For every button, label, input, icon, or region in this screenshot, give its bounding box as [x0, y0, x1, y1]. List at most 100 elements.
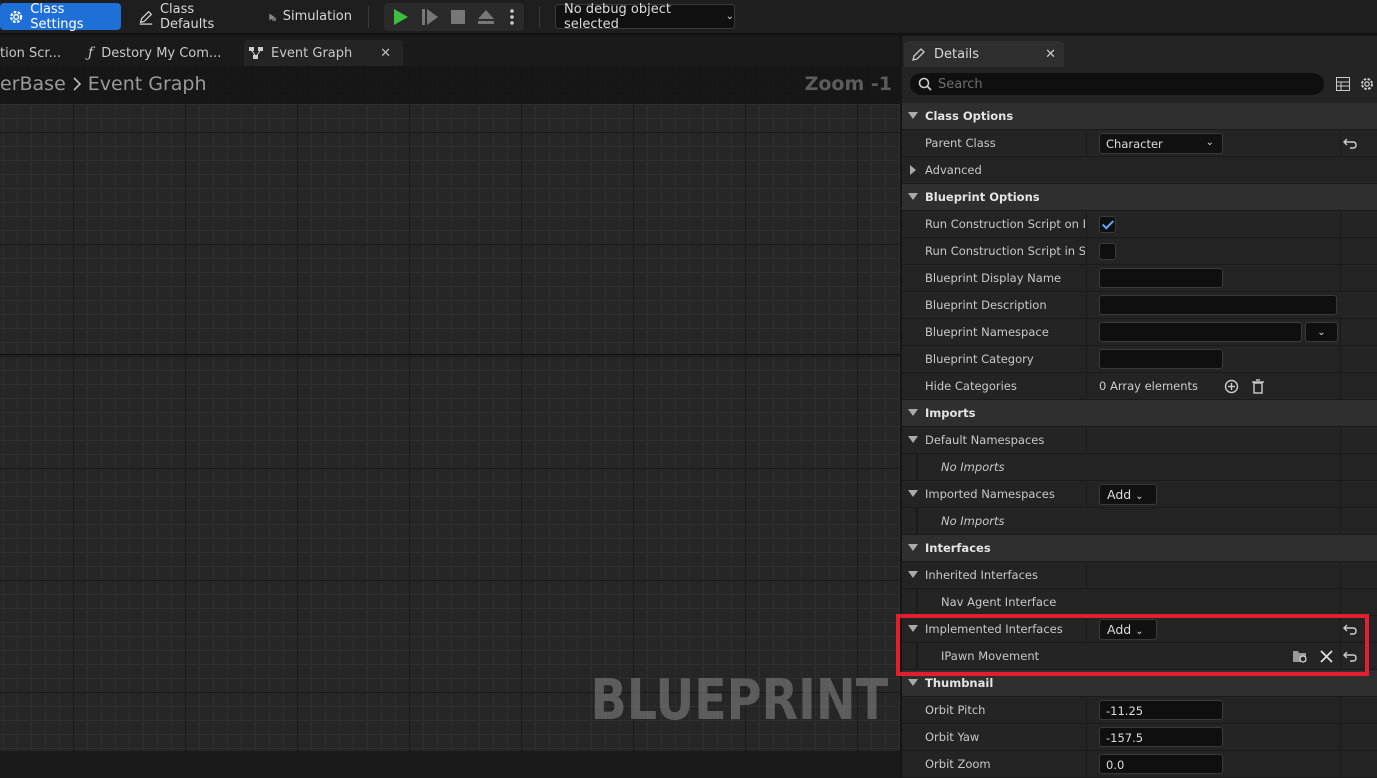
orbit-zoom-field[interactable]: 0.0: [1099, 754, 1223, 774]
close-icon[interactable]: ✕: [380, 46, 391, 61]
category-label: Thumbnail: [925, 676, 994, 690]
document-tab-bar: tion Scr... ƒ Destory My Com... Event Gr…: [0, 36, 900, 66]
column-divider: [1086, 751, 1087, 778]
chevron-right-icon: [73, 77, 81, 91]
step-icon[interactable]: [421, 8, 439, 26]
property-label: Blueprint Display Name: [925, 271, 1062, 285]
run-cs-in-sequencer-checkbox[interactable]: [1099, 243, 1116, 260]
category-blueprint-options[interactable]: Blueprint Options: [902, 184, 1377, 211]
eject-icon[interactable]: [477, 8, 495, 26]
category-interfaces[interactable]: Interfaces: [902, 535, 1377, 562]
run-cs-on-drag-checkbox[interactable]: [1099, 216, 1116, 233]
remove-icon[interactable]: [1320, 650, 1333, 663]
table-view-icon[interactable]: [1336, 77, 1350, 91]
class-defaults-button[interactable]: Class Defaults: [130, 1, 250, 32]
add-element-icon[interactable]: [1224, 379, 1239, 394]
parent-class-combo[interactable]: Character ⌄: [1099, 133, 1223, 154]
gear-icon: [10, 10, 23, 23]
class-settings-label: Class Settings: [30, 1, 84, 32]
column-divider: [1086, 292, 1087, 319]
column-divider: [1086, 238, 1087, 265]
category-imports[interactable]: Imports: [902, 400, 1377, 427]
interface-name: Nav Agent Interface: [941, 595, 1057, 609]
search-icon: [918, 77, 932, 91]
browse-asset-icon[interactable]: [1292, 649, 1308, 664]
property-inherited-interfaces[interactable]: Inherited Interfaces: [902, 562, 1377, 589]
bp-display-name-field[interactable]: [1099, 268, 1223, 288]
add-interface-button[interactable]: Add ⌄: [1099, 619, 1157, 640]
graph-header: erBase Event Graph Zoom -1: [0, 66, 900, 104]
event-graph-canvas[interactable]: erBase Event Graph Zoom -1 BLUEPRINT: [0, 66, 900, 751]
close-icon[interactable]: ✕: [1045, 47, 1056, 62]
class-defaults-label: Class Defaults: [159, 1, 215, 32]
property-label: Orbit Pitch: [925, 703, 986, 717]
column-divider: [1340, 265, 1341, 292]
column-divider: [1340, 238, 1341, 265]
toolbar-divider: [539, 6, 540, 28]
tab-event-graph[interactable]: Event Graph ✕: [244, 40, 403, 66]
blueprint-watermark: BLUEPRINT: [590, 668, 888, 733]
breadcrumb-parent[interactable]: erBase: [0, 73, 66, 95]
property-run-cs-on-drag: Run Construction Script on Drag: [902, 211, 1377, 238]
category-thumbnail[interactable]: Thumbnail: [902, 670, 1377, 697]
details-tab[interactable]: Details ✕: [904, 41, 1064, 67]
gear-icon[interactable]: [1359, 76, 1375, 92]
namespace-dropdown-button[interactable]: ⌄: [1305, 322, 1338, 342]
indent-guide: [916, 508, 918, 535]
details-search-input[interactable]: Search: [910, 73, 1324, 95]
column-divider: [1340, 562, 1341, 589]
tab-destroy-my-component[interactable]: ƒ Destory My Com...: [82, 40, 232, 66]
search-placeholder: Search: [938, 76, 983, 92]
column-divider: [1340, 346, 1341, 373]
property-implemented-interfaces[interactable]: Implemented Interfaces Add ⌄: [902, 616, 1377, 643]
column-divider: [1086, 724, 1087, 751]
debug-object-select[interactable]: No debug object selected ⌄: [555, 2, 735, 32]
property-label: Advanced: [925, 163, 982, 177]
expand-arrow-icon: [908, 679, 918, 686]
property-advanced[interactable]: Advanced: [902, 157, 1377, 184]
play-controls: [384, 3, 524, 31]
column-divider: [1340, 373, 1341, 400]
default-namespaces-empty: No Imports: [902, 454, 1377, 481]
column-divider: [1340, 724, 1341, 751]
orbit-yaw-field[interactable]: -157.5: [1099, 727, 1223, 747]
category-class-options[interactable]: Class Options: [902, 103, 1377, 130]
orbit-pitch-field[interactable]: -11.25: [1099, 700, 1223, 720]
stop-icon[interactable]: [450, 9, 466, 25]
more-options-icon[interactable]: [506, 8, 518, 26]
property-label: Orbit Zoom: [925, 757, 991, 771]
expand-arrow-icon: [908, 193, 918, 200]
details-property-list: Class Options Parent Class Character ⌄ A…: [902, 103, 1377, 778]
bp-description-field[interactable]: [1099, 295, 1337, 315]
details-panel: Details ✕ Search Class Options Parent Cl…: [902, 36, 1377, 778]
column-divider: [1340, 589, 1341, 616]
column-divider: [1086, 616, 1087, 643]
expand-arrow-icon: [908, 544, 918, 551]
reset-to-default-icon[interactable]: [1342, 648, 1358, 664]
tab-construction-script[interactable]: tion Scr...: [0, 40, 78, 66]
bp-namespace-field[interactable]: [1099, 322, 1302, 342]
property-label: Blueprint Namespace: [925, 325, 1049, 339]
combo-value: Character: [1106, 137, 1163, 151]
expand-arrow-icon: [908, 625, 918, 632]
property-label: Hide Categories: [925, 379, 1017, 393]
column-divider: [1340, 643, 1341, 670]
bp-category-field[interactable]: [1099, 349, 1223, 369]
class-settings-button[interactable]: Class Settings: [0, 1, 121, 32]
property-label: Run Construction Script in Seq...: [925, 244, 1085, 258]
trash-icon[interactable]: [1251, 379, 1265, 394]
add-imported-namespace-button[interactable]: Add ⌄: [1099, 484, 1157, 505]
category-label: Class Options: [925, 109, 1014, 123]
empty-label: No Imports: [941, 514, 1005, 528]
details-tab-label: Details: [934, 46, 980, 62]
column-divider: [1340, 427, 1341, 454]
simulation-button[interactable]: Simulation: [260, 3, 360, 30]
column-divider: [1086, 481, 1087, 508]
reset-to-default-icon[interactable]: [1342, 621, 1358, 637]
property-imported-namespaces[interactable]: Imported Namespaces Add ⌄: [902, 481, 1377, 508]
property-default-namespaces[interactable]: Default Namespaces: [902, 427, 1377, 454]
play-icon[interactable]: [392, 8, 410, 26]
add-label: Add: [1107, 622, 1132, 637]
pencil-icon: [912, 48, 925, 61]
reset-to-default-icon[interactable]: [1342, 135, 1358, 151]
